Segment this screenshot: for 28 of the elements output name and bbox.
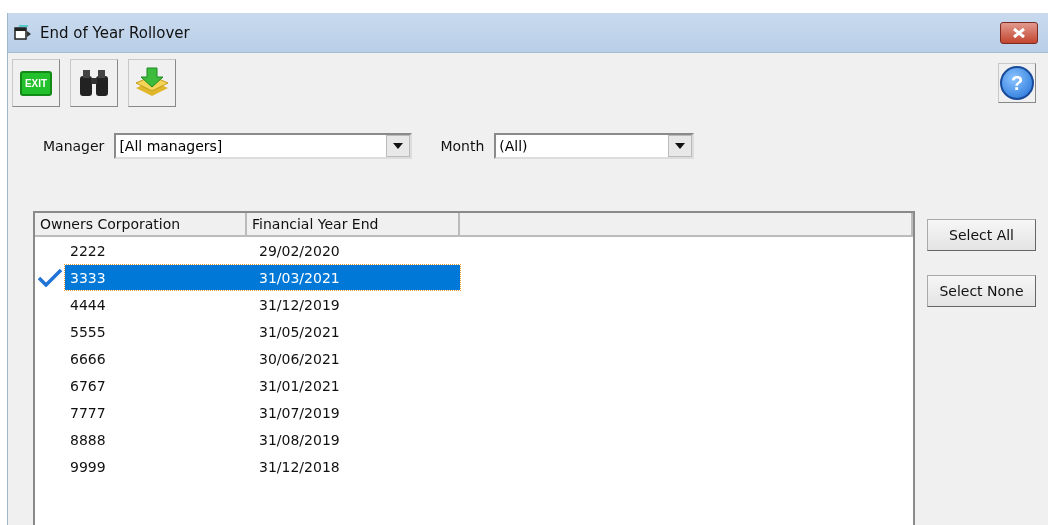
list-row[interactable]: 3333 31/03/2021: [65, 265, 460, 290]
filter-label: Month: [440, 138, 485, 154]
dropdown-field[interactable]: (All): [494, 133, 695, 159]
list-row[interactable]: 2222 29/02/2020: [65, 238, 460, 263]
column-header[interactable]: Owners Corporation: [35, 213, 247, 237]
binoculars-button[interactable]: [70, 59, 118, 107]
import-button[interactable]: [128, 59, 176, 107]
close-button[interactable]: [1000, 21, 1038, 44]
dropdown-button[interactable]: [386, 135, 411, 157]
window-icon: [14, 24, 32, 41]
caret-icon: [393, 143, 404, 149]
list-row[interactable]: 6767 31/01/2021: [65, 373, 460, 398]
select-none-button[interactable]: Select None: [927, 275, 1036, 307]
select-all-button[interactable]: Select All: [927, 219, 1036, 251]
binoculars-icon: [77, 68, 111, 98]
list-row[interactable]: 4444 31/12/2019: [65, 292, 460, 317]
dropdown-button[interactable]: [668, 135, 693, 157]
dropdown-field[interactable]: [All managers]: [114, 133, 413, 159]
list-row[interactable]: 6666 30/06/2021: [65, 346, 460, 371]
list-row[interactable]: 9999 31/12/2018: [65, 454, 460, 479]
list-row[interactable]: 8888 31/08/2019: [65, 427, 460, 452]
window-title: End of Year Rollover: [40, 23, 191, 42]
filter-label: Manager: [43, 138, 105, 154]
list-row[interactable]: 7777 31/07/2019: [65, 400, 460, 425]
column-header[interactable]: Financial Year End: [247, 213, 460, 237]
close-icon: [1011, 26, 1027, 39]
caret-icon: [675, 143, 686, 149]
list-row[interactable]: 5555 31/05/2021: [65, 319, 460, 344]
